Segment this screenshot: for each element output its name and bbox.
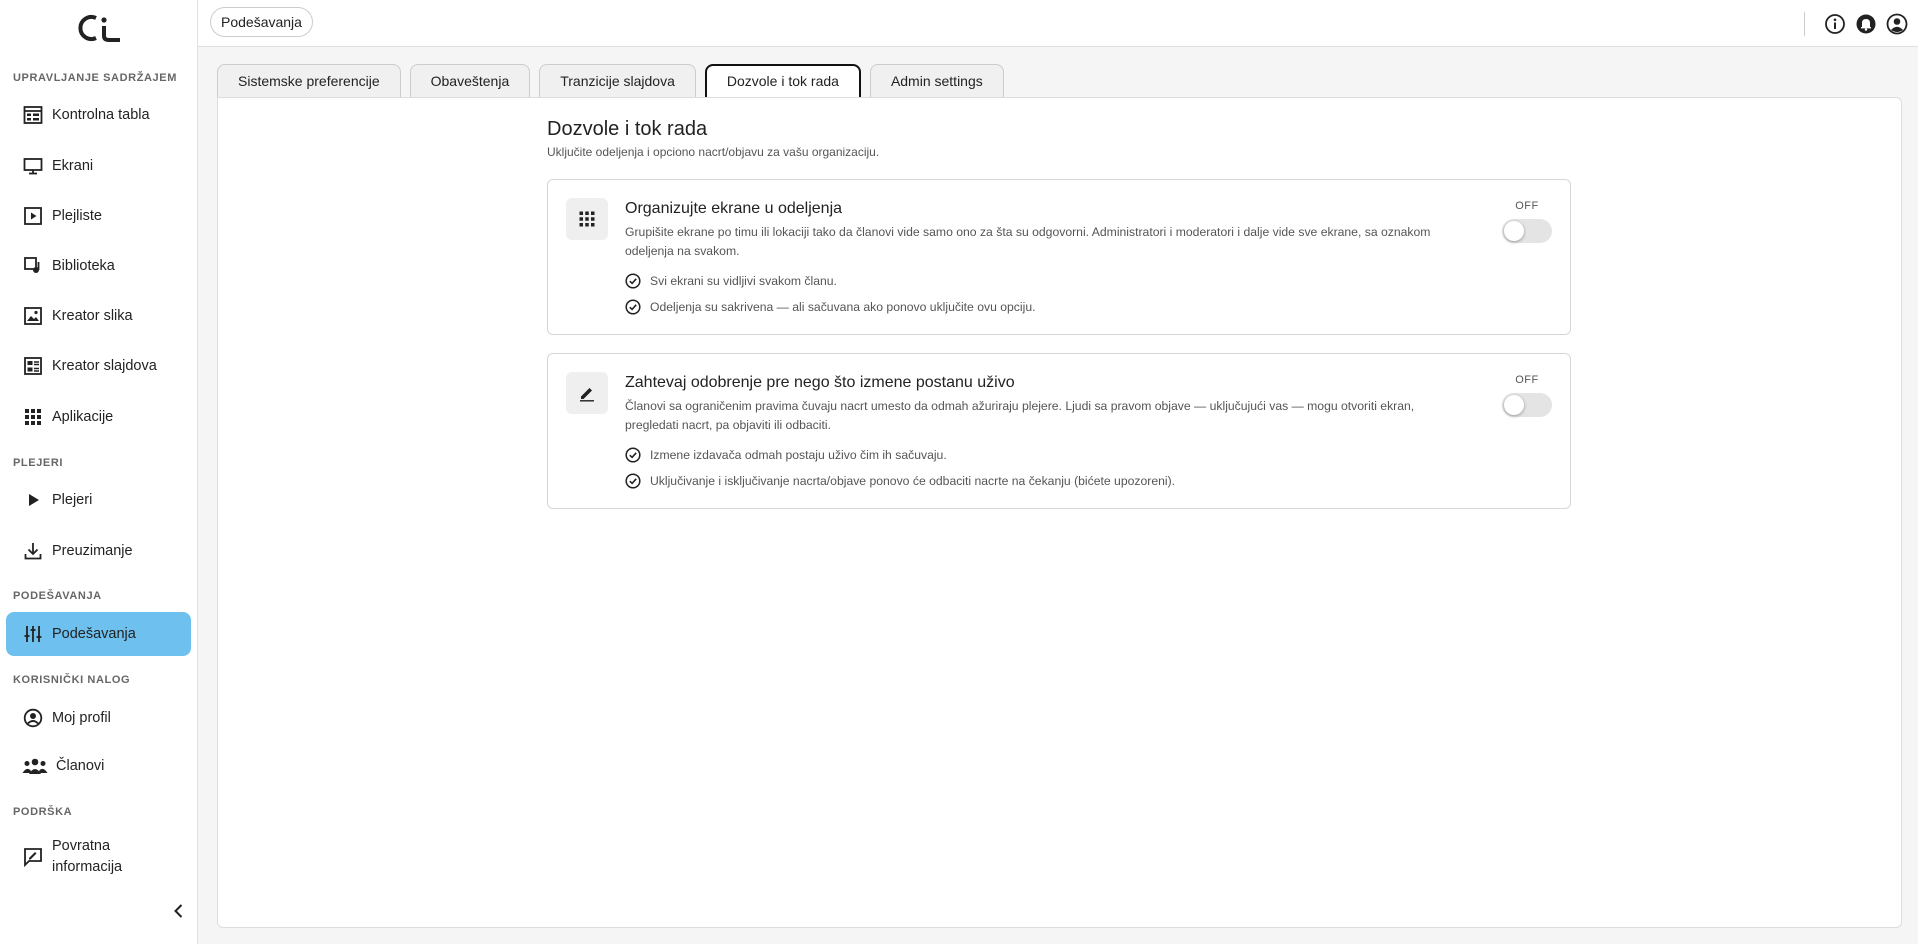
sidebar-item-players[interactable]: Plejeri bbox=[6, 478, 191, 522]
account-icon[interactable] bbox=[1886, 13, 1908, 35]
breadcrumb[interactable]: Podešavanja bbox=[210, 7, 313, 37]
page-title: Dozvole i tok rada bbox=[547, 118, 708, 140]
section-label-content: UPRAVLJANJE SADRŽAJEM bbox=[13, 72, 177, 84]
card-check-item: Izmene izdavača odmah postaju uživo čim … bbox=[625, 447, 947, 463]
sidebar-item-playlists[interactable]: Plejliste bbox=[6, 194, 191, 238]
sidebar-item-label: Plejeri bbox=[52, 491, 93, 508]
sidebar-item-settings[interactable]: Podešavanja bbox=[6, 612, 191, 656]
image-icon bbox=[22, 305, 44, 327]
sidebar-item-apps[interactable]: Aplikacije bbox=[6, 395, 191, 439]
sidebar-item-image-creator[interactable]: Kreator slika bbox=[6, 294, 191, 338]
sidebar-item-label: Podešavanja bbox=[52, 625, 136, 642]
card-check-item: Svi ekrani su vidljivi svakom članu. bbox=[625, 273, 837, 289]
grid-icon bbox=[566, 198, 608, 240]
check-text: Svi ekrani su vidljivi svakom članu. bbox=[650, 274, 837, 288]
check-circle-icon bbox=[625, 299, 641, 315]
sidebar-item-slide-creator[interactable]: Kreator slajdova bbox=[6, 344, 191, 388]
play-icon bbox=[22, 489, 44, 511]
top-divider bbox=[1804, 12, 1805, 36]
departments-card: Organizujte ekrane u odeljenja Grupišite… bbox=[547, 179, 1571, 335]
top-icons bbox=[1804, 12, 1908, 36]
sidebar-item-dashboard[interactable]: Kontrolna tabla bbox=[6, 93, 191, 137]
tab-notifications[interactable]: Obaveštenja bbox=[409, 64, 531, 97]
card-title: Zahtevaj odobrenje pre nego što izmene p… bbox=[625, 374, 1015, 391]
apps-icon bbox=[22, 406, 44, 428]
notifications-icon[interactable] bbox=[1855, 13, 1877, 35]
slides-icon bbox=[22, 355, 44, 377]
departments-toggle[interactable] bbox=[1502, 219, 1552, 243]
sidebar-item-label: Aplikacije bbox=[52, 408, 114, 425]
download-icon bbox=[22, 540, 44, 562]
sidebar-item-label: Članovi bbox=[56, 757, 105, 774]
card-description: Grupišite ekrane po timu ili lokaciji ta… bbox=[625, 225, 1431, 258]
sidebar-item-screens[interactable]: Ekrani bbox=[6, 144, 191, 188]
tab-permissions-workflow[interactable]: Dozvole i tok rada bbox=[704, 64, 861, 97]
toggle-knob bbox=[1504, 221, 1524, 241]
approval-toggle-group: OFF bbox=[1502, 374, 1552, 417]
members-icon bbox=[22, 755, 48, 777]
sidebar-item-label: Biblioteka bbox=[52, 257, 115, 274]
monitor-icon bbox=[22, 155, 44, 177]
toggle-knob bbox=[1504, 395, 1524, 415]
card-check-item: Odeljenja su sakrivena — ali sačuvana ak… bbox=[625, 299, 1035, 315]
sidebar-item-label: Kontrolna tabla bbox=[52, 106, 150, 123]
toggle-state-label: OFF bbox=[1515, 200, 1539, 212]
sliders-icon bbox=[22, 623, 44, 645]
sidebar-item-label: Kreator slajdova bbox=[52, 357, 157, 374]
profile-icon bbox=[22, 707, 44, 729]
sidebar: UPRAVLJANJE SADRŽAJEM Kontrolna tabla Ek… bbox=[0, 0, 198, 944]
sidebar-item-members[interactable]: Članovi bbox=[6, 744, 191, 788]
approval-card: Zahtevaj odobrenje pre nego što izmene p… bbox=[547, 353, 1571, 509]
check-circle-icon bbox=[625, 447, 641, 463]
sidebar-item-label: Plejliste bbox=[52, 207, 102, 224]
tab-admin-settings[interactable]: Admin settings bbox=[869, 64, 1004, 97]
tab-system-preferences[interactable]: Sistemske preferencije bbox=[217, 64, 401, 97]
feedback-label-line2: informacija bbox=[52, 859, 123, 875]
check-text: Uključivanje i isključivanje nacrta/obja… bbox=[650, 474, 1176, 488]
sidebar-item-label: Kreator slika bbox=[52, 307, 133, 324]
check-circle-icon bbox=[625, 273, 641, 289]
section-label-players: PLEJERI bbox=[13, 457, 64, 469]
departments-toggle-group: OFF bbox=[1502, 200, 1552, 243]
section-label-account: KORISNIČKI NALOG bbox=[13, 674, 131, 686]
library-icon bbox=[22, 255, 44, 277]
sidebar-item-library[interactable]: Biblioteka bbox=[6, 244, 191, 288]
feedback-label-line1: Povratna bbox=[52, 838, 111, 854]
top-bar: Podešavanja bbox=[198, 0, 1918, 47]
approval-toggle[interactable] bbox=[1502, 393, 1552, 417]
sidebar-item-label: Preuzimanje bbox=[52, 542, 133, 559]
collapse-sidebar-icon[interactable] bbox=[170, 902, 188, 920]
card-title: Organizujte ekrane u odeljenja bbox=[625, 200, 843, 217]
check-text: Odeljenja su sakrivena — ali sačuvana ak… bbox=[650, 300, 1036, 314]
sidebar-item-label: Povratna informacija bbox=[52, 836, 122, 878]
feedback-icon bbox=[22, 846, 44, 868]
edit-icon bbox=[566, 372, 608, 414]
app-logo[interactable] bbox=[74, 14, 124, 44]
info-icon[interactable] bbox=[1824, 13, 1846, 35]
playlist-icon bbox=[22, 205, 44, 227]
sidebar-item-feedback[interactable]: Povratna informacija bbox=[6, 833, 191, 881]
dashboard-icon bbox=[22, 104, 44, 126]
sidebar-item-profile[interactable]: Moj profil bbox=[6, 696, 191, 740]
settings-tabs: Sistemske preferencije Obaveštenja Tranz… bbox=[217, 64, 1013, 98]
card-check-item: Uključivanje i isključivanje nacrta/obja… bbox=[625, 473, 1175, 489]
check-circle-icon bbox=[625, 473, 641, 489]
sidebar-item-download[interactable]: Preuzimanje bbox=[6, 529, 191, 573]
section-label-settings: PODEŠAVANJA bbox=[13, 590, 102, 602]
card-description: Članovi sa ograničenim pravima čuvaju na… bbox=[625, 399, 1415, 432]
sidebar-item-label: Ekrani bbox=[52, 157, 94, 174]
check-text: Izmene izdavača odmah postaju uživo čim … bbox=[650, 448, 947, 462]
page-subtitle: Uključite odeljenja i opciono nacrt/obja… bbox=[547, 145, 880, 159]
section-label-support: PODRŠKA bbox=[13, 806, 73, 818]
toggle-state-label: OFF bbox=[1515, 374, 1539, 386]
tab-slide-transitions[interactable]: Tranzicije slajdova bbox=[539, 64, 696, 97]
sidebar-item-label: Moj profil bbox=[52, 709, 111, 726]
